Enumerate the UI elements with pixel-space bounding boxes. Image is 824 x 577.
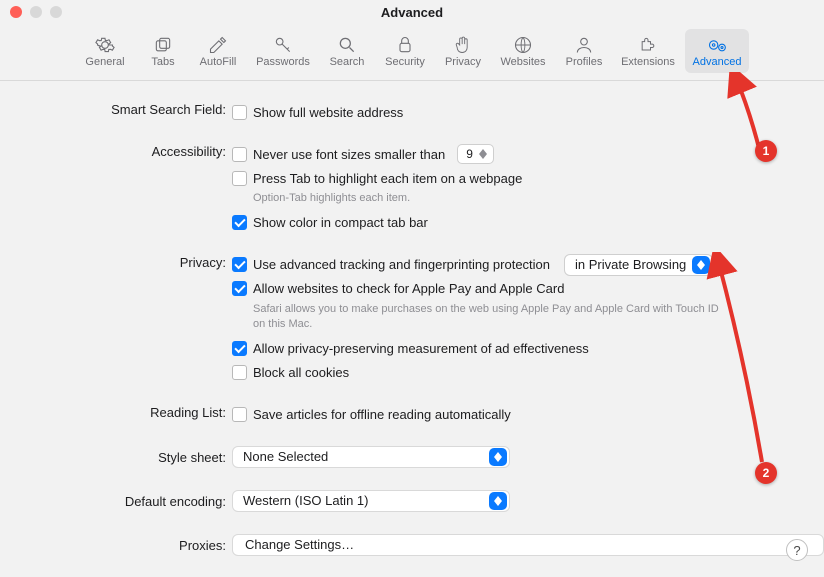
hand-icon <box>453 35 473 55</box>
tab-privacy[interactable]: Privacy <box>437 29 489 73</box>
puzzle-icon <box>638 35 658 55</box>
tab-tabs[interactable]: Tabs <box>139 29 187 73</box>
tab-general[interactable]: General <box>75 29 135 73</box>
tracking-checkbox[interactable] <box>232 257 247 272</box>
pencil-icon <box>208 35 228 55</box>
reading-list-label: Reading List: <box>0 404 232 420</box>
tab-advanced[interactable]: Advanced <box>685 29 749 73</box>
applepay-label: Allow websites to check for Apple Pay an… <box>253 281 564 296</box>
titlebar: Advanced <box>0 0 824 24</box>
applepay-note: Safari allows you to make purchases on t… <box>253 302 723 336</box>
dropdown-arrows-icon <box>489 448 507 466</box>
min-font-checkbox[interactable] <box>232 147 247 162</box>
tab-search[interactable]: Search <box>321 29 373 73</box>
dropdown-arrows-icon <box>692 256 710 274</box>
style-sheet-dropdown[interactable]: None Selected <box>232 446 510 468</box>
tab-autofill[interactable]: AutoFill <box>191 29 245 73</box>
help-button[interactable]: ? <box>786 539 808 561</box>
tab-extensions[interactable]: Extensions <box>615 29 681 73</box>
settings-form: Smart Search Field: Show full website ad… <box>0 81 824 577</box>
compact-color-checkbox[interactable] <box>232 215 247 230</box>
dropdown-arrows-icon <box>489 492 507 510</box>
proxies-label: Proxies: <box>0 534 232 553</box>
tracking-mode-dropdown[interactable]: in Private Browsing <box>564 254 713 276</box>
press-tab-note: Option-Tab highlights each item. <box>253 191 723 210</box>
min-font-label: Never use font sizes smaller than <box>253 147 445 162</box>
smart-search-label: Smart Search Field: <box>0 101 232 117</box>
tabs-icon <box>153 35 173 55</box>
key-icon <box>273 35 293 55</box>
annotation-pin-2: 2 <box>755 462 777 484</box>
globe-icon <box>513 35 533 55</box>
applepay-checkbox[interactable] <box>232 281 247 296</box>
min-font-stepper[interactable]: 9 <box>457 144 494 164</box>
accessibility-label: Accessibility: <box>0 143 232 159</box>
search-icon <box>337 35 357 55</box>
save-offline-label: Save articles for offline reading automa… <box>253 407 511 422</box>
tab-security[interactable]: Security <box>377 29 433 73</box>
show-full-address-label: Show full website address <box>253 105 403 120</box>
block-cookies-checkbox[interactable] <box>232 365 247 380</box>
annotation-pin-1: 1 <box>755 140 777 162</box>
block-cookies-label: Block all cookies <box>253 365 349 380</box>
tracking-label: Use advanced tracking and fingerprinting… <box>253 257 550 272</box>
tab-passwords[interactable]: Passwords <box>249 29 317 73</box>
default-encoding-dropdown[interactable]: Western (ISO Latin 1) <box>232 490 510 512</box>
privacy-label: Privacy: <box>0 254 232 270</box>
press-tab-label: Press Tab to highlight each item on a we… <box>253 171 522 186</box>
stepper-arrows-icon <box>477 149 489 159</box>
show-full-address-checkbox[interactable] <box>232 105 247 120</box>
preferences-toolbar: General Tabs AutoFill Passwords Search S… <box>0 24 824 81</box>
double-gear-icon <box>706 35 728 55</box>
change-proxy-settings-button[interactable]: Change Settings… <box>232 534 824 556</box>
ad-measure-checkbox[interactable] <box>232 341 247 356</box>
tab-profiles[interactable]: Profiles <box>557 29 611 73</box>
gear-icon <box>95 35 115 55</box>
style-sheet-label: Style sheet: <box>0 446 232 465</box>
press-tab-checkbox[interactable] <box>232 171 247 186</box>
window-title: Advanced <box>0 5 824 20</box>
save-offline-checkbox[interactable] <box>232 407 247 422</box>
tab-websites[interactable]: Websites <box>493 29 553 73</box>
default-encoding-label: Default encoding: <box>0 490 232 509</box>
person-icon <box>574 35 594 55</box>
compact-color-label: Show color in compact tab bar <box>253 215 428 230</box>
lock-icon <box>395 35 415 55</box>
ad-measure-label: Allow privacy-preserving measurement of … <box>253 341 589 356</box>
